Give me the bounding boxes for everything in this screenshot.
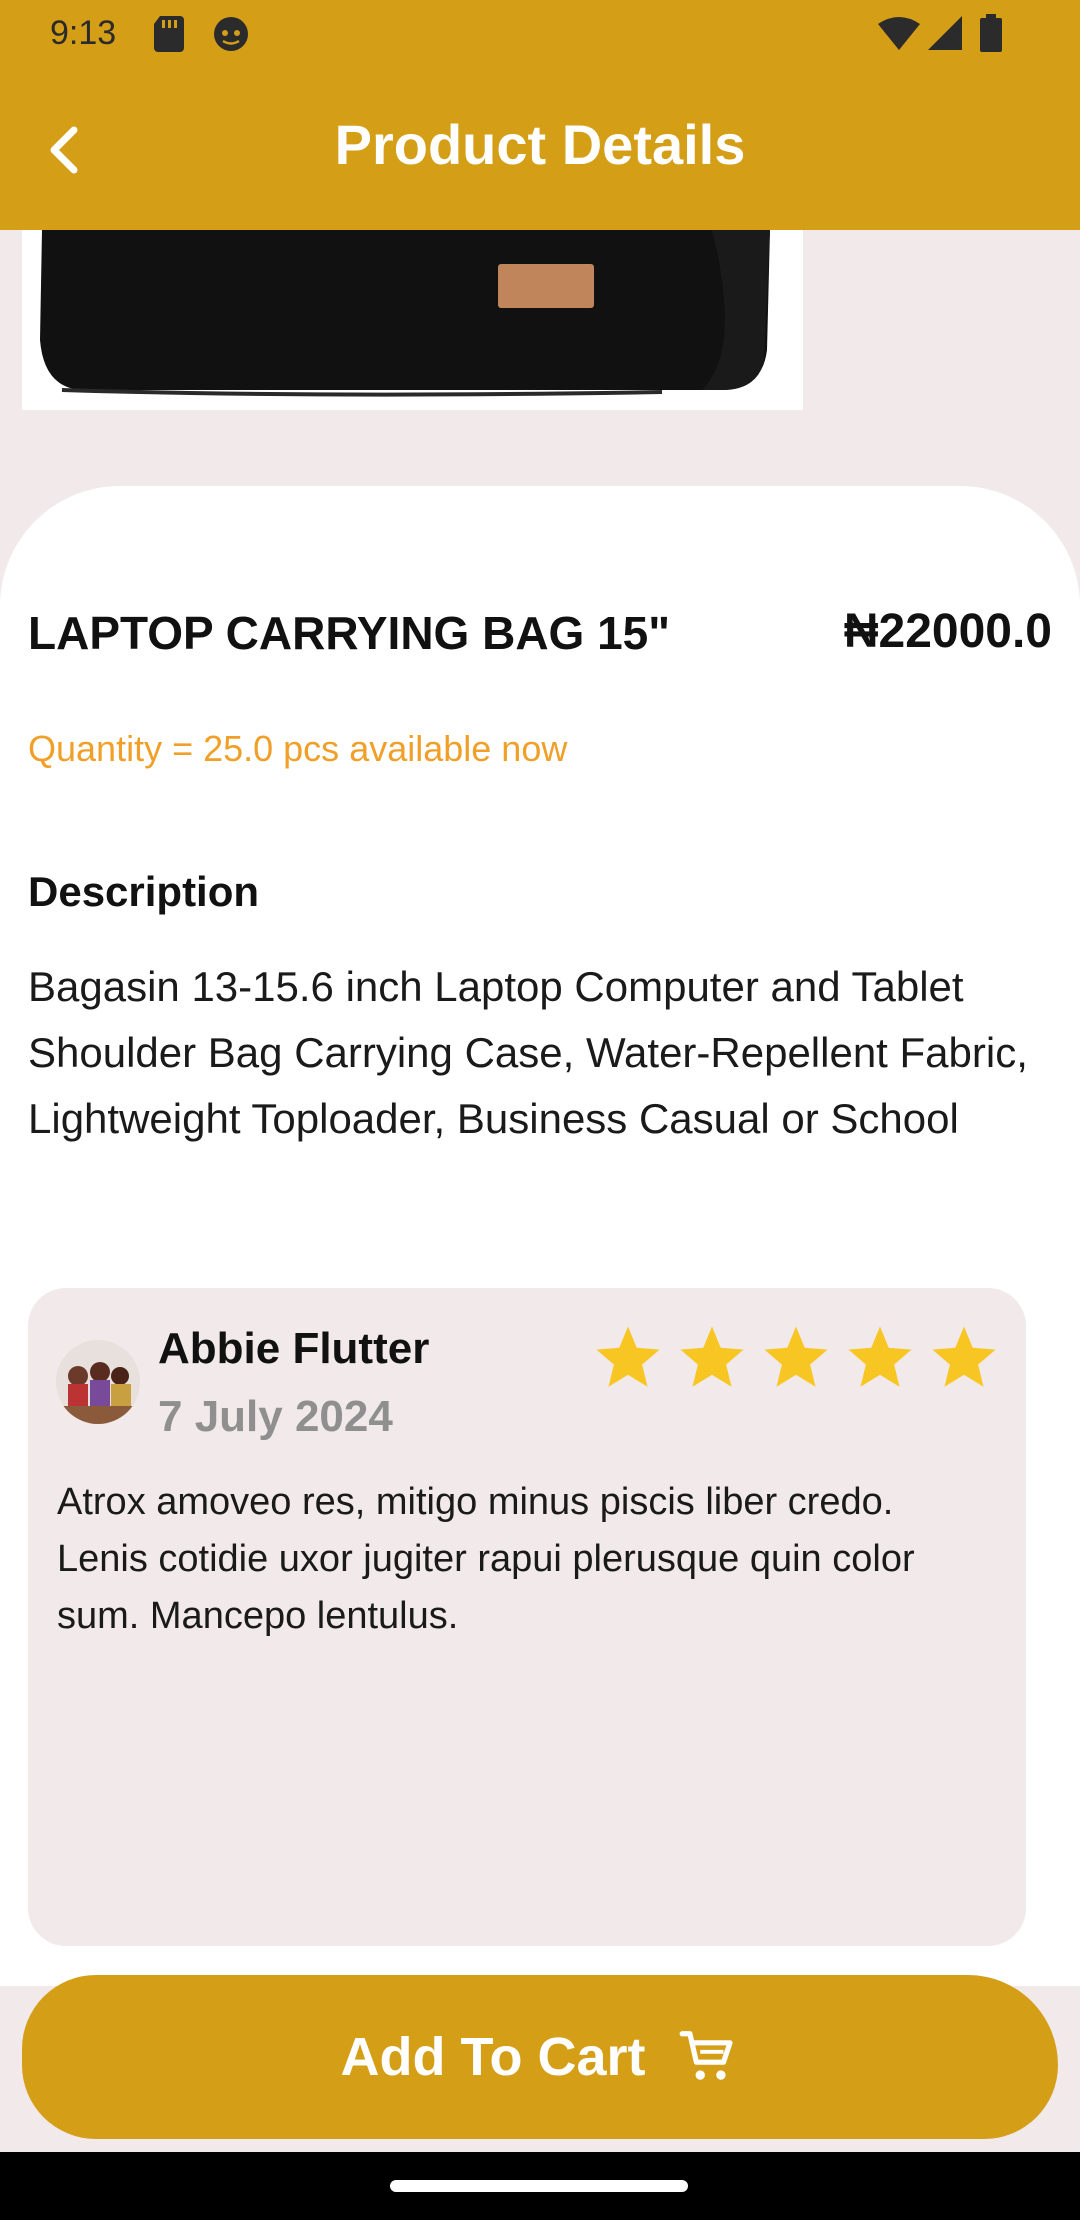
quantity-available: Quantity = 25.0 pcs available now [28, 728, 568, 769]
page-title: Product Details [334, 113, 746, 176]
star-icon [596, 1326, 660, 1387]
review-text: Atrox amoveo res, mitigo minus piscis li… [57, 1481, 915, 1637]
shopping-cart-icon [680, 2031, 734, 2080]
star-icon [848, 1326, 912, 1387]
add-to-cart-button[interactable]: Add To Cart [22, 1975, 1058, 2139]
battery-icon [980, 14, 1002, 52]
add-to-cart-label: Add To Cart [340, 2027, 646, 2087]
rating-stars [592, 1322, 1002, 1398]
description-heading: Description [28, 868, 260, 915]
wifi-icon [878, 17, 920, 50]
star-icon [680, 1326, 744, 1387]
signal-icon [928, 16, 962, 50]
status-time: 9:13 [50, 14, 117, 52]
home-gesture-handle[interactable] [390, 2180, 688, 2192]
app-face-icon [214, 17, 248, 51]
product-name: LAPTOP CARRYING BAG 15" [28, 607, 671, 659]
sd-card-icon [154, 16, 184, 52]
review-card: Abbie Flutter 7 July 2024 Atrox amoveo r… [28, 1288, 1026, 1946]
star-icon [764, 1326, 828, 1387]
app-bar: Product Details [0, 66, 1080, 230]
avatar [56, 1340, 140, 1424]
product-image [22, 230, 803, 410]
review-date: 7 July 2024 [158, 1392, 393, 1441]
description-text: Bagasin 13-15.6 inch Laptop Computer and… [28, 963, 1028, 1142]
navigation-bar [0, 2152, 1080, 2220]
star-icon [932, 1326, 996, 1387]
reviewer-name: Abbie Flutter [158, 1324, 430, 1373]
status-bar: 9:13 [0, 0, 1080, 66]
product-price: ₦22000.0 [843, 605, 1052, 658]
